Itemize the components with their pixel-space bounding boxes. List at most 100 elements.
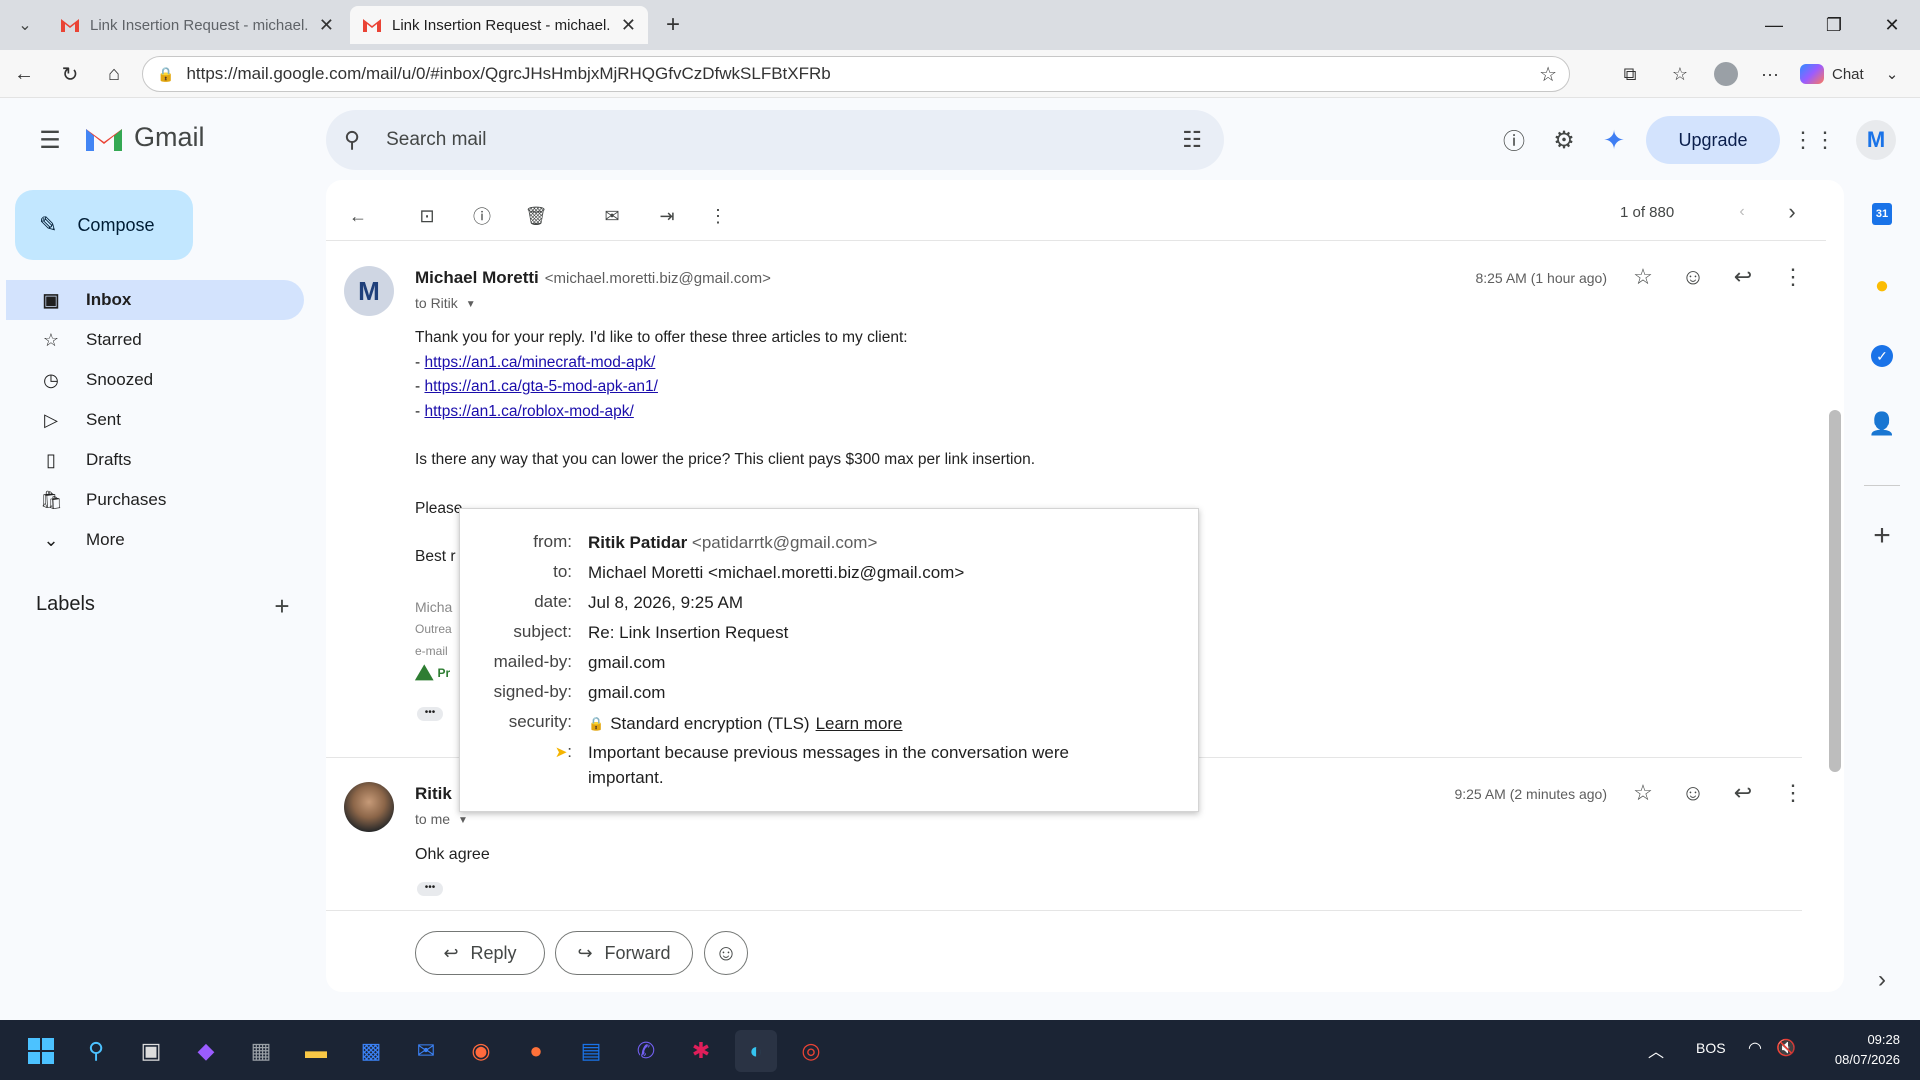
browser-tab-2[interactable]: Link Insertion Request - michael.m ✕: [350, 6, 648, 44]
search-bar[interactable]: ⚲ Search mail ☷: [326, 110, 1224, 170]
learn-more-link[interactable]: Learn more: [816, 711, 903, 736]
sidebar-item-sent[interactable]: ▷ Sent: [6, 400, 304, 440]
reply-button[interactable]: ↩ Reply: [415, 931, 545, 975]
body-link[interactable]: https://an1.ca/gta-5-mod-apk-an1/: [424, 378, 658, 395]
report-spam-icon[interactable]: ⓘ: [462, 196, 502, 236]
main-menu-icon[interactable]: ☰: [30, 120, 70, 160]
close-tab-icon[interactable]: ✕: [319, 15, 334, 36]
account-avatar[interactable]: M: [1856, 120, 1896, 160]
close-window-icon[interactable]: ✕: [1864, 0, 1920, 50]
settings-gear-icon[interactable]: ⚙: [1544, 120, 1584, 160]
reload-icon[interactable]: ↻: [52, 56, 88, 92]
gemini-sparkle-icon[interactable]: ✦: [1594, 120, 1634, 160]
search-options-icon[interactable]: ☷: [1182, 127, 1202, 153]
sender-name[interactable]: Michael Moretti: [415, 268, 539, 288]
favorite-star-icon[interactable]: ☆: [1539, 62, 1557, 87]
show-details-chevron-icon[interactable]: ▼: [466, 295, 476, 311]
back-icon[interactable]: ←: [6, 56, 42, 92]
show-hidden-icons-chevron-icon[interactable]: ︿: [1648, 1038, 1664, 1062]
outlook-icon[interactable]: ✉: [405, 1030, 447, 1072]
move-to-icon[interactable]: ⇥: [647, 196, 687, 236]
clock[interactable]: 09:28 08/07/2026: [1810, 1030, 1900, 1070]
scrollbar-thumb[interactable]: [1829, 410, 1841, 772]
more-menu-icon[interactable]: ···: [1752, 56, 1788, 92]
show-trimmed-content-icon[interactable]: •••: [417, 882, 443, 896]
tasks-check-icon[interactable]: ✓: [1864, 338, 1900, 374]
archive-icon[interactable]: ⊡: [407, 196, 447, 236]
get-addons-plus-icon[interactable]: +: [1864, 518, 1900, 554]
sidebar-item-purchases[interactable]: 🛍 Purchases: [6, 480, 304, 520]
recipient-line[interactable]: to Ritik ▼: [415, 295, 476, 311]
sidebar-item-snoozed[interactable]: ◷ Snoozed: [6, 360, 304, 400]
close-tab-icon[interactable]: ✕: [621, 15, 636, 36]
omnibox[interactable]: 🔒 https://mail.google.com/mail/u/0/#inbo…: [142, 56, 1570, 92]
favorites-icon[interactable]: ☆: [1662, 56, 1698, 92]
wifi-icon[interactable]: ◠: [1748, 1038, 1762, 1058]
new-tab-icon[interactable]: +: [656, 8, 690, 42]
more-vertical-icon[interactable]: ⋮: [1768, 780, 1818, 806]
sidebar-item-starred[interactable]: ☆ Starred: [6, 320, 304, 360]
emoji-react-icon[interactable]: ☺: [1668, 264, 1718, 290]
compose-button[interactable]: ✎ Compose: [15, 190, 193, 260]
reply-icon[interactable]: ↩: [1718, 264, 1768, 290]
gmail-logo[interactable]: Gmail: [84, 122, 205, 153]
start-windows-icon[interactable]: [20, 1030, 62, 1072]
task-view-icon[interactable]: ▣: [130, 1030, 172, 1072]
contacts-person-icon[interactable]: 👤: [1864, 406, 1900, 442]
profile-avatar-icon[interactable]: [1708, 56, 1744, 92]
forward-button[interactable]: ↪ Forward: [555, 931, 693, 975]
more-options-icon[interactable]: ⋮: [698, 196, 738, 236]
notepad-icon[interactable]: ▤: [570, 1030, 612, 1072]
chrome-icon[interactable]: ◎: [790, 1030, 832, 1072]
body-link[interactable]: https://an1.ca/roblox-mod-apk/: [424, 403, 633, 420]
copilot-chat-button[interactable]: Chat ⌄: [1800, 59, 1898, 89]
calendar-icon[interactable]: 31: [1864, 196, 1900, 232]
recipient-line[interactable]: to me ▼: [415, 811, 468, 827]
keep-bulb-icon[interactable]: ●: [1864, 268, 1900, 304]
extensions-icon[interactable]: ⧉: [1612, 56, 1648, 92]
browser-tab-1[interactable]: Link Insertion Request - michael.m ✕: [48, 6, 346, 44]
emoji-react-button[interactable]: ☺: [704, 931, 748, 975]
delete-icon[interactable]: 🗑: [516, 196, 556, 236]
language-indicator[interactable]: BOS: [1696, 1040, 1726, 1056]
sender-avatar[interactable]: [344, 782, 394, 832]
sender-name[interactable]: Ritik: [415, 784, 452, 804]
mark-unread-icon[interactable]: ✉: [592, 196, 632, 236]
edge-icon[interactable]: ◐: [735, 1030, 777, 1072]
more-vertical-icon[interactable]: ⋮: [1768, 264, 1818, 290]
sidebar-item-drafts[interactable]: ▯ Drafts: [6, 440, 304, 480]
home-icon[interactable]: ⌂: [96, 56, 132, 92]
show-details-chevron-icon[interactable]: ▼: [458, 811, 468, 827]
viber-icon[interactable]: ✆: [625, 1030, 667, 1072]
search-taskbar-icon[interactable]: ⚲: [75, 1030, 117, 1072]
sidebar-item-inbox[interactable]: ▣ Inbox: [6, 280, 304, 320]
newer-chevron-left-icon[interactable]: ‹: [1726, 196, 1758, 228]
apps-grid-icon[interactable]: ⋮⋮: [1792, 120, 1836, 160]
search-input[interactable]: Search mail: [386, 129, 486, 151]
show-side-panel-chevron-icon[interactable]: ›: [1864, 962, 1900, 998]
star-icon[interactable]: ☆: [1618, 780, 1668, 806]
add-label-icon[interactable]: +: [266, 590, 298, 622]
tab-list-chevron-icon[interactable]: ⌄: [10, 10, 40, 40]
upgrade-button[interactable]: Upgrade: [1646, 116, 1780, 164]
calculator-icon[interactable]: ▦: [240, 1030, 282, 1072]
emoji-react-icon[interactable]: ☺: [1668, 780, 1718, 806]
support-icon[interactable]: ⓘ: [1494, 120, 1534, 160]
show-trimmed-content-icon[interactable]: •••: [417, 707, 443, 721]
file-explorer-icon[interactable]: ▬: [295, 1030, 337, 1072]
chevron-down-icon[interactable]: ⌄: [1886, 65, 1899, 83]
sidebar-item-more[interactable]: ⌄ More: [6, 520, 304, 560]
site-info-icon[interactable]: 🔒: [157, 66, 174, 83]
slack-icon[interactable]: ✱: [680, 1030, 722, 1072]
star-icon[interactable]: ☆: [1618, 264, 1668, 290]
sender-avatar[interactable]: M: [344, 266, 394, 316]
firefox-icon[interactable]: ●: [515, 1030, 557, 1072]
search-icon[interactable]: ⚲: [344, 127, 360, 153]
reply-icon[interactable]: ↩: [1718, 780, 1768, 806]
maximize-icon[interactable]: ❐: [1806, 0, 1862, 50]
app-icon[interactable]: ◉: [460, 1030, 502, 1072]
store-icon[interactable]: ▩: [350, 1030, 392, 1072]
minimize-icon[interactable]: —: [1746, 0, 1802, 50]
copilot-taskbar-icon[interactable]: ◆: [185, 1030, 227, 1072]
volume-muted-icon[interactable]: 🔇: [1776, 1038, 1796, 1058]
